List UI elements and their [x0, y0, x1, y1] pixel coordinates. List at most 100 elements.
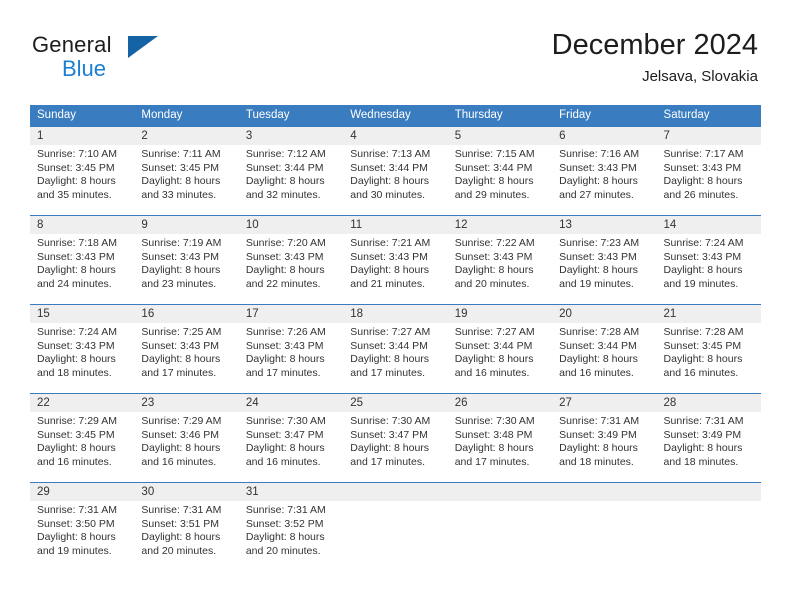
sunrise-text: Sunrise: 7:24 AM: [37, 326, 117, 338]
generalblue-logo[interactable]: General Blue: [32, 32, 212, 88]
day-number[interactable]: 19: [448, 305, 552, 323]
sunset-text: Sunset: 3:51 PM: [141, 517, 220, 530]
day-cell[interactable]: Sunrise: 7:11 AM Sunset: 3:45 PM Dayligh…: [134, 145, 238, 215]
day-number[interactable]: 24: [239, 394, 343, 412]
day-cell[interactable]: Sunrise: 7:23 AM Sunset: 3:43 PM Dayligh…: [552, 234, 656, 304]
day-number[interactable]: 10: [239, 216, 343, 234]
day-cell[interactable]: Sunrise: 7:24 AM Sunset: 3:43 PM Dayligh…: [657, 234, 761, 304]
page-subtitle: Jelsava, Slovakia: [642, 68, 758, 85]
day-number[interactable]: 2: [134, 127, 238, 145]
sunrise-text: Sunrise: 7:29 AM: [141, 415, 222, 427]
sunset-text: Sunset: 3:43 PM: [245, 250, 324, 263]
day-cell[interactable]: Sunrise: 7:18 AM Sunset: 3:43 PM Dayligh…: [30, 234, 134, 304]
day-number[interactable]: 13: [552, 216, 656, 234]
daylight-text-cont: and 16 minutes.: [245, 455, 321, 468]
day-number[interactable]: 11: [343, 216, 447, 234]
day-cell[interactable]: Sunrise: 7:21 AM Sunset: 3:43 PM Dayligh…: [343, 234, 447, 304]
day-number[interactable]: 21: [657, 305, 761, 323]
day-number[interactable]: 9: [134, 216, 238, 234]
day-number[interactable]: 18: [343, 305, 447, 323]
day-cell[interactable]: Sunrise: 7:19 AM Sunset: 3:43 PM Dayligh…: [134, 234, 238, 304]
day-number[interactable]: 28: [657, 394, 761, 412]
daylight-text: Daylight: 8 hours: [454, 442, 534, 455]
day-cell-empty: [448, 501, 552, 571]
day-cell[interactable]: Sunrise: 7:16 AM Sunset: 3:43 PM Dayligh…: [552, 145, 656, 215]
sunrise-text: Sunrise: 7:26 AM: [245, 326, 326, 338]
sunrise-text: Sunrise: 7:29 AM: [37, 415, 117, 427]
day-cell[interactable]: Sunrise: 7:25 AM Sunset: 3:43 PM Dayligh…: [134, 323, 238, 393]
day-number[interactable]: 12: [448, 216, 552, 234]
sunrise-text: Sunrise: 7:31 AM: [559, 415, 640, 427]
sunset-text: Sunset: 3:44 PM: [454, 161, 533, 174]
day-number[interactable]: 14: [657, 216, 761, 234]
day-cell[interactable]: Sunrise: 7:30 AM Sunset: 3:47 PM Dayligh…: [343, 412, 447, 482]
day-cell[interactable]: Sunrise: 7:31 AM Sunset: 3:49 PM Dayligh…: [657, 412, 761, 482]
sunrise-text: Sunrise: 7:31 AM: [141, 504, 222, 516]
day-cell[interactable]: Sunrise: 7:12 AM Sunset: 3:44 PM Dayligh…: [239, 145, 343, 215]
day-number[interactable]: 8: [30, 216, 134, 234]
sunset-text: Sunset: 3:43 PM: [37, 250, 115, 263]
sunset-text: Sunset: 3:43 PM: [454, 250, 533, 263]
sunrise-text: Sunrise: 7:16 AM: [559, 148, 640, 160]
day-cell[interactable]: Sunrise: 7:30 AM Sunset: 3:47 PM Dayligh…: [239, 412, 343, 482]
day-cell[interactable]: Sunrise: 7:13 AM Sunset: 3:44 PM Dayligh…: [343, 145, 447, 215]
daylight-text: Daylight: 8 hours: [454, 175, 534, 188]
day-number[interactable]: 4: [343, 127, 447, 145]
day-cell[interactable]: Sunrise: 7:31 AM Sunset: 3:49 PM Dayligh…: [552, 412, 656, 482]
day-cell[interactable]: Sunrise: 7:22 AM Sunset: 3:43 PM Dayligh…: [448, 234, 552, 304]
day-cell[interactable]: Sunrise: 7:29 AM Sunset: 3:45 PM Dayligh…: [30, 412, 134, 482]
page-header: General Blue December 2024 Jelsava, Slov…: [0, 0, 792, 98]
daylight-text: Daylight: 8 hours: [559, 353, 638, 366]
day-cell[interactable]: Sunrise: 7:28 AM Sunset: 3:45 PM Dayligh…: [657, 323, 761, 393]
triangle-logo-icon: [128, 36, 158, 58]
day-cell[interactable]: Sunrise: 7:31 AM Sunset: 3:51 PM Dayligh…: [134, 501, 238, 571]
day-number[interactable]: 25: [343, 394, 447, 412]
logo-text-blue: Blue: [62, 56, 107, 81]
day-cell[interactable]: Sunrise: 7:20 AM Sunset: 3:43 PM Dayligh…: [239, 234, 343, 304]
sunrise-text: Sunrise: 7:28 AM: [559, 326, 640, 338]
day-cell[interactable]: Sunrise: 7:31 AM Sunset: 3:52 PM Dayligh…: [239, 501, 343, 571]
day-cell[interactable]: Sunrise: 7:10 AM Sunset: 3:45 PM Dayligh…: [30, 145, 134, 215]
day-number[interactable]: 7: [657, 127, 761, 145]
daylight-text: Daylight: 8 hours: [559, 264, 638, 277]
day-number[interactable]: 17: [239, 305, 343, 323]
daylight-text: Daylight: 8 hours: [454, 264, 534, 277]
calendar-page: General Blue December 2024 Jelsava, Slov…: [0, 0, 792, 612]
day-number[interactable]: 26: [448, 394, 552, 412]
day-number[interactable]: 6: [552, 127, 656, 145]
day-number[interactable]: 30: [134, 483, 238, 501]
sunrise-text: Sunrise: 7:20 AM: [245, 237, 326, 249]
day-number[interactable]: 15: [30, 305, 134, 323]
day-cell[interactable]: Sunrise: 7:26 AM Sunset: 3:43 PM Dayligh…: [239, 323, 343, 393]
day-number[interactable]: 23: [134, 394, 238, 412]
day-number[interactable]: 20: [552, 305, 656, 323]
sunrise-text: Sunrise: 7:24 AM: [663, 237, 744, 249]
day-cell[interactable]: Sunrise: 7:30 AM Sunset: 3:48 PM Dayligh…: [448, 412, 552, 482]
day-cell[interactable]: Sunrise: 7:24 AM Sunset: 3:43 PM Dayligh…: [30, 323, 134, 393]
day-number-empty: [657, 483, 761, 501]
sunrise-text: Sunrise: 7:13 AM: [350, 148, 431, 160]
day-number[interactable]: 29: [30, 483, 134, 501]
day-cell[interactable]: Sunrise: 7:28 AM Sunset: 3:44 PM Dayligh…: [552, 323, 656, 393]
sunset-text: Sunset: 3:47 PM: [350, 428, 428, 441]
day-number[interactable]: 1: [30, 127, 134, 145]
day-number[interactable]: 22: [30, 394, 134, 412]
day-number[interactable]: 16: [134, 305, 238, 323]
daylight-text: Daylight: 8 hours: [37, 531, 116, 544]
day-cell[interactable]: Sunrise: 7:29 AM Sunset: 3:46 PM Dayligh…: [134, 412, 238, 482]
week-date-number-band: 29 30 31: [30, 483, 761, 501]
day-cell[interactable]: Sunrise: 7:31 AM Sunset: 3:50 PM Dayligh…: [30, 501, 134, 571]
day-cell[interactable]: Sunrise: 7:27 AM Sunset: 3:44 PM Dayligh…: [448, 323, 552, 393]
sunset-text: Sunset: 3:45 PM: [37, 428, 115, 441]
day-cell[interactable]: Sunrise: 7:15 AM Sunset: 3:44 PM Dayligh…: [448, 145, 552, 215]
sunset-text: Sunset: 3:44 PM: [559, 339, 637, 352]
day-cell[interactable]: Sunrise: 7:27 AM Sunset: 3:44 PM Dayligh…: [343, 323, 447, 393]
day-number[interactable]: 31: [239, 483, 343, 501]
sunset-text: Sunset: 3:45 PM: [663, 339, 742, 352]
day-number[interactable]: 27: [552, 394, 656, 412]
sunrise-text: Sunrise: 7:21 AM: [350, 237, 431, 249]
day-number[interactable]: 5: [448, 127, 552, 145]
sunrise-text: Sunrise: 7:22 AM: [454, 237, 535, 249]
day-cell[interactable]: Sunrise: 7:17 AM Sunset: 3:43 PM Dayligh…: [657, 145, 761, 215]
day-number[interactable]: 3: [239, 127, 343, 145]
